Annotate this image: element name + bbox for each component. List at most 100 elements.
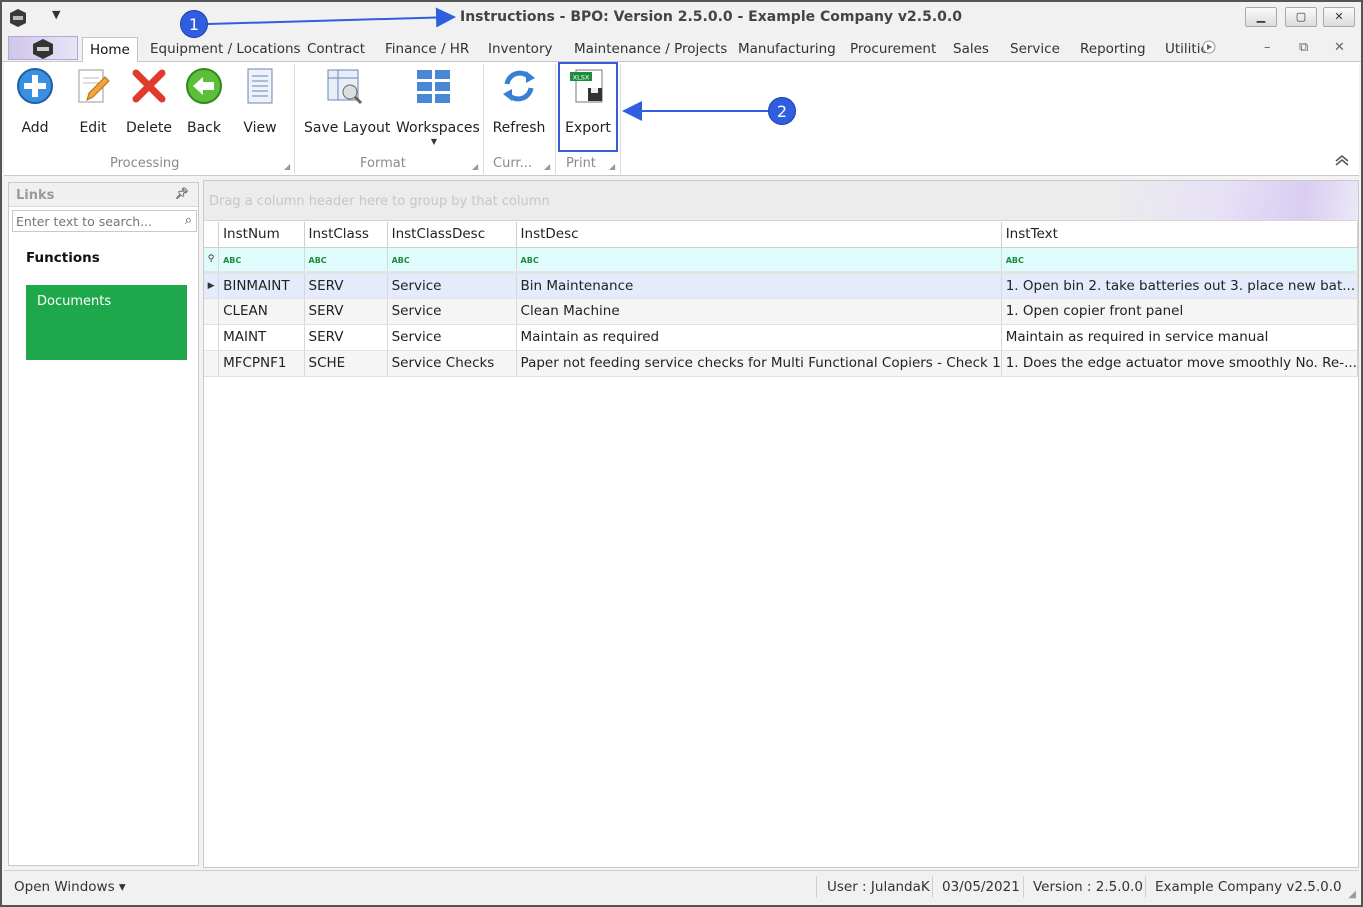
- mdi-restore-button[interactable]: ⧉: [1299, 40, 1308, 55]
- annotation-marker-1: 1: [180, 10, 208, 38]
- filter-cell-instclass[interactable]: ABC: [304, 247, 388, 274]
- workspaces-button[interactable]: Workspaces ▼: [396, 66, 480, 150]
- column-header-instclassdesc[interactable]: InstClassDesc: [387, 222, 517, 248]
- documents-tile[interactable]: Documents: [26, 285, 187, 360]
- table-row[interactable]: ▶ BINMAINT SERV Service Bin Maintenance …: [204, 272, 1359, 299]
- cell-instclass[interactable]: SCHE: [304, 350, 388, 377]
- group-by-panel[interactable]: Drag a column header here to group by th…: [204, 181, 1358, 221]
- tab-finance-hr[interactable]: Finance / HR: [385, 41, 469, 57]
- text-filter-icon: ABC: [1005, 256, 1024, 265]
- cell-instclass[interactable]: SERV: [304, 298, 388, 325]
- minimize-button[interactable]: ▁: [1245, 7, 1277, 27]
- cell-instclass[interactable]: SERV: [304, 272, 388, 299]
- mdi-close-button[interactable]: ✕: [1334, 40, 1345, 55]
- edit-icon: [78, 69, 110, 103]
- functions-label: Functions: [26, 250, 100, 266]
- tab-reporting[interactable]: Reporting: [1080, 41, 1146, 57]
- filter-cell-insttext[interactable]: ABC: [1001, 247, 1359, 274]
- back-button[interactable]: Back: [181, 66, 227, 150]
- tab-manufacturing[interactable]: Manufacturing: [738, 41, 836, 57]
- column-header-insttext[interactable]: InstText: [1001, 222, 1359, 248]
- column-header-instnum[interactable]: InstNum: [218, 222, 305, 248]
- status-company: Example Company v2.5.0.0: [1155, 879, 1342, 895]
- row-indicator: [204, 298, 220, 325]
- application-menu-button[interactable]: [8, 36, 78, 60]
- text-filter-icon: ABC: [391, 256, 410, 265]
- processing-launcher-icon[interactable]: ◢: [284, 162, 290, 171]
- cell-instclassdesc[interactable]: Service: [387, 298, 517, 325]
- column-header-instdesc[interactable]: InstDesc: [516, 222, 1002, 248]
- save-layout-button[interactable]: Save Layout: [304, 66, 390, 150]
- links-search-box[interactable]: ⌕: [12, 210, 197, 232]
- workspaces-label: Workspaces: [396, 120, 480, 136]
- cell-instdesc[interactable]: Paper not feeding service checks for Mul…: [516, 350, 1002, 377]
- text-filter-icon: ABC: [223, 256, 242, 265]
- tab-service[interactable]: Service: [1010, 41, 1060, 57]
- cell-instnum[interactable]: MFCPNF1: [218, 350, 305, 377]
- add-button[interactable]: Add: [12, 66, 58, 150]
- format-group-label: Format: [360, 156, 406, 171]
- table-row[interactable]: MFCPNF1 SCHE Service Checks Paper not fe…: [204, 350, 1359, 377]
- tab-equipment-locations[interactable]: Equipment / Locations: [150, 41, 301, 57]
- group-separator: [294, 64, 295, 174]
- refresh-button[interactable]: Refresh: [491, 66, 547, 150]
- save-layout-icon: [327, 69, 363, 105]
- print-launcher-icon[interactable]: ◢: [609, 162, 615, 171]
- tab-home[interactable]: Home: [82, 37, 138, 63]
- maximize-button[interactable]: ▢: [1285, 7, 1317, 27]
- cell-instclassdesc[interactable]: Service: [387, 324, 517, 351]
- table-row[interactable]: MAINT SERV Service Maintain as required …: [204, 324, 1359, 351]
- open-windows-button[interactable]: Open Windows ▾: [14, 879, 126, 895]
- tab-sales[interactable]: Sales: [953, 41, 989, 57]
- app-logo-icon[interactable]: [8, 8, 28, 28]
- pin-icon[interactable]: 📌︎: [175, 187, 189, 200]
- links-title: Links: [16, 188, 55, 203]
- cell-insttext[interactable]: 1. Open bin 2. take batteries out 3. pla…: [1001, 272, 1359, 299]
- row-indicator: [204, 324, 220, 351]
- current-launcher-icon[interactable]: ◢: [544, 162, 550, 171]
- cell-instdesc[interactable]: Clean Machine: [516, 298, 1002, 325]
- quick-access-dropdown-icon[interactable]: ▼: [52, 8, 60, 21]
- format-launcher-icon[interactable]: ◢: [472, 162, 478, 171]
- cell-instnum[interactable]: MAINT: [218, 324, 305, 351]
- current-row-indicator-icon: ▶: [204, 272, 220, 299]
- cell-instclassdesc[interactable]: Service: [387, 272, 517, 299]
- collapse-ribbon-icon[interactable]: [1334, 154, 1350, 166]
- delete-button[interactable]: Delete: [124, 66, 174, 150]
- edit-button[interactable]: Edit: [70, 66, 116, 150]
- filter-cell-instclassdesc[interactable]: ABC: [387, 247, 517, 274]
- cell-instdesc[interactable]: Maintain as required: [516, 324, 1002, 351]
- column-header-instclass[interactable]: InstClass: [304, 222, 388, 248]
- view-button[interactable]: View: [237, 66, 283, 150]
- group-by-hint: Drag a column header here to group by th…: [209, 194, 550, 209]
- cell-insttext[interactable]: 1. Open copier front panel: [1001, 298, 1359, 325]
- cell-instclassdesc[interactable]: Service Checks: [387, 350, 517, 377]
- tab-maintenance-projects[interactable]: Maintenance / Projects: [574, 41, 727, 57]
- cell-instclass[interactable]: SERV: [304, 324, 388, 351]
- tab-procurement[interactable]: Procurement: [850, 41, 936, 57]
- cell-insttext[interactable]: Maintain as required in service manual: [1001, 324, 1359, 351]
- cell-instnum[interactable]: CLEAN: [218, 298, 305, 325]
- resize-grip-icon[interactable]: ◢: [1348, 889, 1356, 900]
- mdi-minimize-button[interactable]: –: [1264, 40, 1271, 55]
- cell-instnum[interactable]: BINMAINT: [218, 272, 305, 299]
- delete-label: Delete: [126, 120, 172, 136]
- workspaces-dropdown-icon: ▼: [430, 137, 438, 146]
- close-button[interactable]: ✕: [1323, 7, 1355, 27]
- tab-scroll-right-icon[interactable]: [1202, 40, 1216, 54]
- tab-inventory[interactable]: Inventory: [488, 41, 552, 57]
- filter-cell-instnum[interactable]: ABC: [218, 247, 305, 274]
- tab-contract[interactable]: Contract: [307, 41, 365, 57]
- cell-instdesc[interactable]: Bin Maintenance: [516, 272, 1002, 299]
- cell-insttext[interactable]: 1. Does the edge actuator move smoothly …: [1001, 350, 1359, 377]
- status-separator: [932, 876, 933, 898]
- add-label: Add: [21, 120, 49, 136]
- row-indicator: [204, 350, 220, 377]
- edit-label: Edit: [79, 120, 107, 136]
- table-row[interactable]: CLEAN SERV Service Clean Machine 1. Open…: [204, 298, 1359, 325]
- view-label: View: [243, 120, 277, 136]
- filter-cell-instdesc[interactable]: ABC: [516, 247, 1002, 274]
- add-icon: [17, 68, 53, 104]
- links-search-input[interactable]: [13, 211, 173, 231]
- search-icon[interactable]: ⌕: [185, 213, 192, 228]
